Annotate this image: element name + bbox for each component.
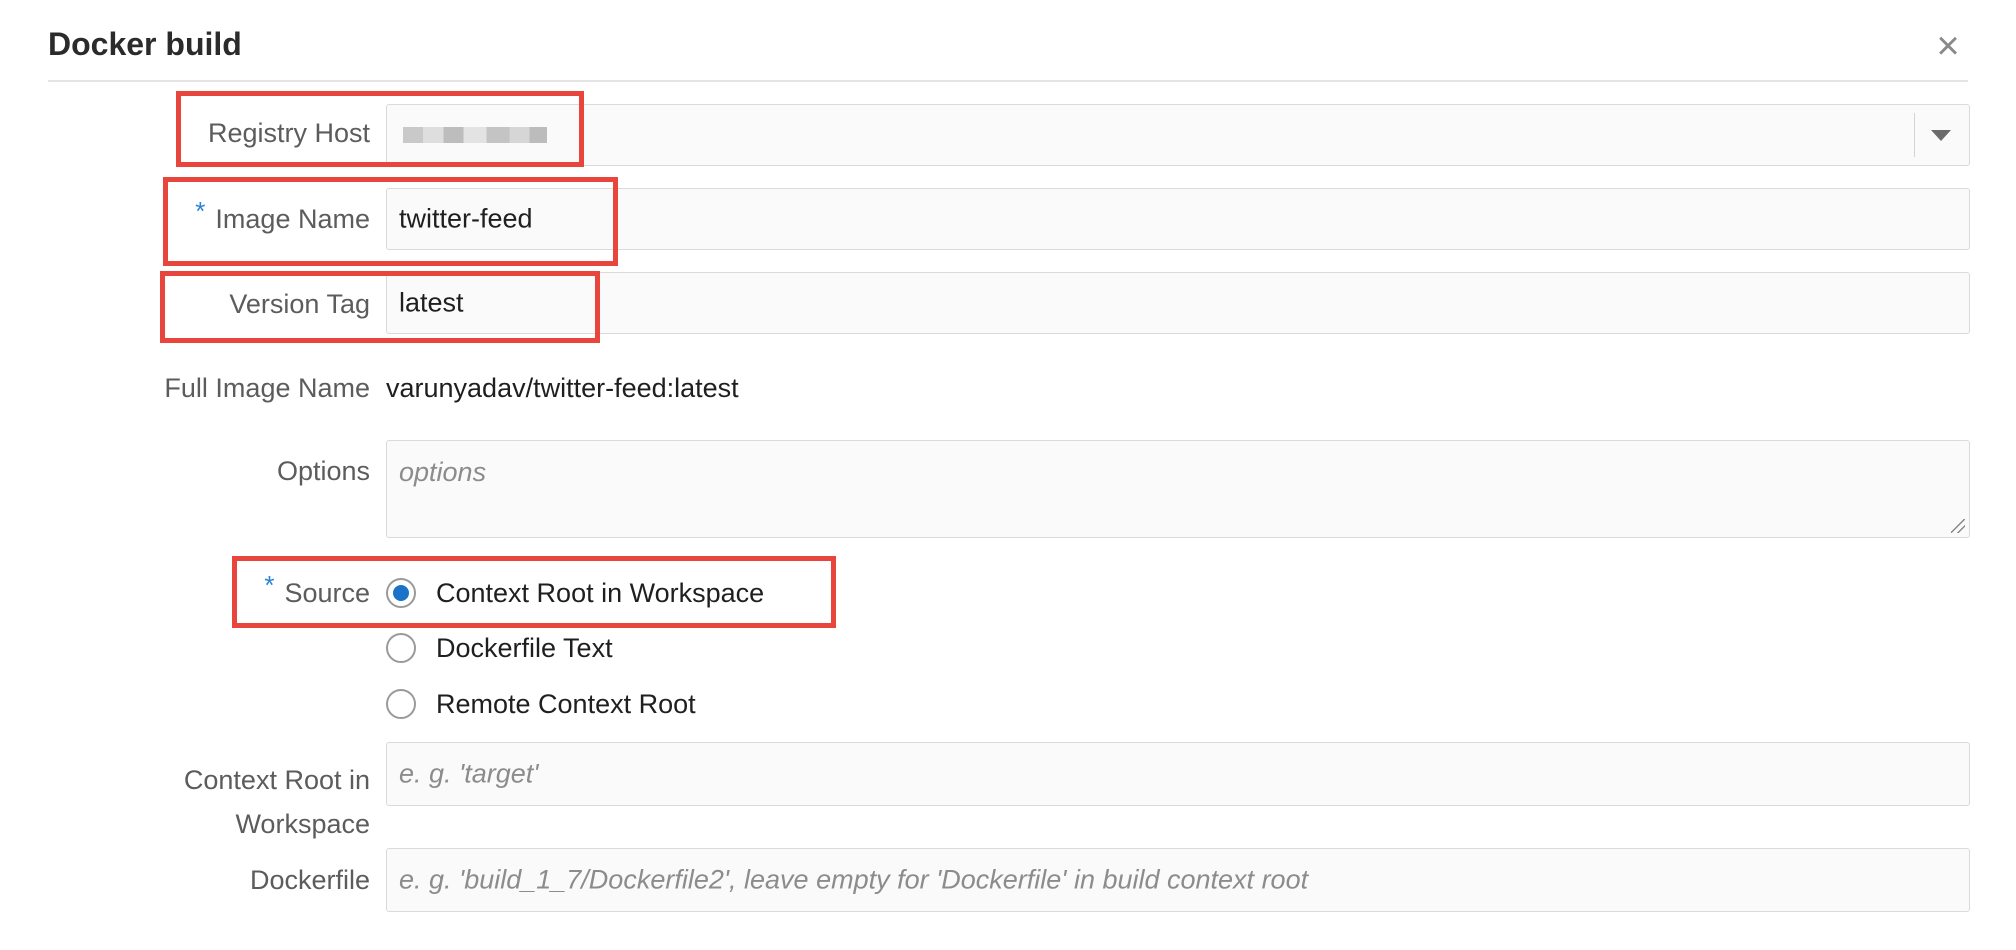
resize-handle-icon[interactable] xyxy=(1951,519,1965,533)
dockerfile-input[interactable]: e. g. 'build_1_7/Dockerfile2', leave emp… xyxy=(386,848,1970,912)
version-tag-input[interactable]: latest xyxy=(386,272,1970,334)
dialog-title: Docker build xyxy=(48,26,242,62)
docker-build-dialog: Docker build × Registry Host * Image Name… xyxy=(0,0,2016,950)
chevron-down-icon[interactable] xyxy=(1931,130,1951,141)
image-name-input[interactable]: twitter-feed xyxy=(386,188,1970,250)
radio-unchecked-icon[interactable] xyxy=(386,633,416,663)
context-root-input[interactable]: e. g. 'target' xyxy=(386,742,1970,806)
context-root-label: Context Root in Workspace xyxy=(183,765,370,839)
options-label: Options xyxy=(276,456,370,486)
highlight-box-version-tag xyxy=(160,271,600,343)
dialog-header: Docker build × xyxy=(48,20,1968,82)
full-image-name-label: Full Image Name xyxy=(164,373,370,403)
highlight-box-image-name xyxy=(163,177,618,266)
radio-unchecked-icon[interactable] xyxy=(386,689,416,719)
source-option-remote-context-root[interactable]: Remote Context Root xyxy=(386,686,696,722)
registry-host-select[interactable] xyxy=(386,104,1970,166)
dockerfile-label: Dockerfile xyxy=(249,865,370,895)
options-textarea[interactable]: options xyxy=(386,440,1970,538)
source-option-dockerfile-text[interactable]: Dockerfile Text xyxy=(386,630,613,666)
highlight-box-source xyxy=(232,556,836,628)
highlight-box-registry-host xyxy=(176,91,584,167)
close-icon[interactable]: × xyxy=(1928,26,1968,66)
full-image-name-value: varunyadav/twitter-feed:latest xyxy=(386,373,739,403)
